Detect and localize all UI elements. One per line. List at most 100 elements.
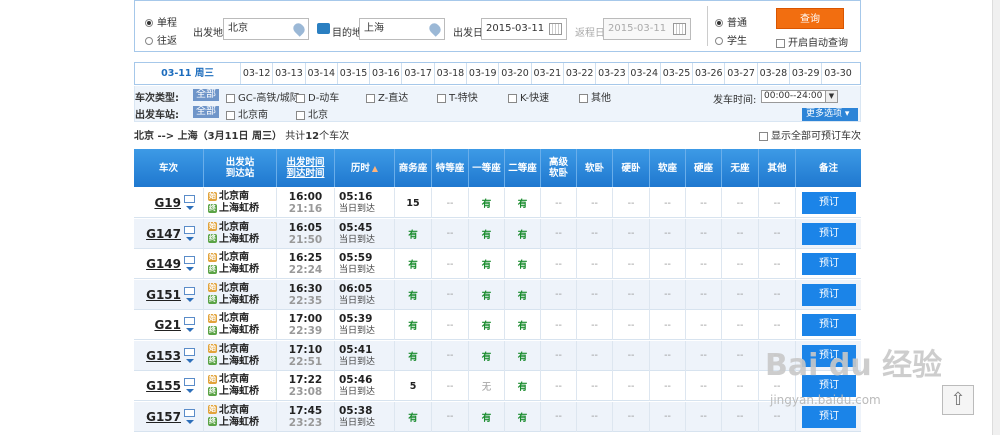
chevron-down-icon[interactable] (186, 267, 194, 271)
tab-date[interactable]: 03-20 (498, 63, 530, 84)
train-info-icon[interactable] (184, 317, 195, 325)
from-input[interactable]: 北京 (223, 18, 309, 40)
scrollbar[interactable] (992, 0, 1000, 435)
type-d-option[interactable]: D-动车 (296, 89, 339, 104)
type-gc-option[interactable]: GC-高铁/城际 (226, 89, 300, 104)
tab-date[interactable]: 03-29 (789, 63, 821, 84)
checkbox-icon[interactable] (579, 93, 588, 103)
checkbox-icon[interactable] (366, 93, 375, 103)
train-number-link[interactable]: G157 (146, 410, 181, 424)
train-info-icon[interactable] (184, 225, 195, 234)
arr-station-name[interactable]: 上海虹桥 (219, 203, 259, 214)
train-number-link[interactable]: G151 (146, 288, 181, 302)
train-info-icon[interactable] (184, 256, 195, 264)
tab-date[interactable]: 03-27 (724, 63, 756, 84)
dep-station-name[interactable]: 北京南 (219, 252, 249, 263)
tab-date[interactable]: 03-21 (530, 63, 563, 84)
passenger-normal-option[interactable]: 普通 (715, 14, 747, 29)
tab-date[interactable]: 03-18 (433, 63, 466, 84)
arr-station-name[interactable]: 上海虹桥 (219, 356, 259, 367)
type-other-option[interactable]: 其他 (579, 89, 611, 104)
show-all-option[interactable]: 显示全部可预订车次 (759, 130, 861, 144)
dep-station-name[interactable]: 北京南 (219, 344, 249, 355)
arr-station-name[interactable]: 上海虹桥 (219, 386, 259, 397)
calendar-icon[interactable] (549, 23, 562, 35)
train-number-link[interactable]: G155 (146, 379, 181, 393)
radio-icon[interactable] (145, 19, 153, 27)
auto-query-option[interactable]: 开启自动查询 (776, 34, 848, 49)
dep-station-name[interactable]: 北京南 (219, 283, 249, 294)
train-number-link[interactable]: G153 (146, 349, 181, 363)
tab-date-active[interactable]: 03-11 周三 (135, 63, 240, 84)
checkbox-icon[interactable] (437, 93, 446, 103)
col-time[interactable]: 出发时间 到达时间 (277, 149, 335, 187)
tab-date[interactable]: 03-17 (401, 63, 433, 84)
tab-date[interactable]: 03-28 (756, 63, 789, 84)
train-number-link[interactable]: G149 (146, 257, 181, 271)
radio-icon[interactable] (715, 19, 723, 27)
book-button[interactable]: 预订 (802, 283, 856, 306)
tab-date[interactable]: 03-24 (627, 63, 660, 84)
chevron-down-icon[interactable] (186, 297, 194, 302)
checkbox-icon[interactable] (226, 110, 235, 120)
col-train[interactable]: 车次 (134, 149, 204, 187)
tab-date[interactable]: 03-16 (369, 63, 401, 84)
checkbox-icon[interactable] (296, 93, 305, 103)
type-t-option[interactable]: T-特快 (437, 89, 478, 104)
chevron-down-icon[interactable] (186, 328, 194, 332)
arr-station-name[interactable]: 上海虹桥 (219, 264, 259, 275)
checkbox-icon[interactable] (508, 93, 517, 103)
query-button[interactable]: 查询 (776, 8, 844, 29)
chevron-down-icon[interactable] (186, 206, 194, 210)
return-date-input[interactable]: 2015-03-11 (603, 18, 691, 40)
book-button[interactable]: 预订 (802, 314, 856, 336)
col-station[interactable]: 出发站 到达站 (204, 149, 277, 187)
dep-station-name[interactable]: 北京南 (219, 222, 249, 233)
tab-date[interactable]: 03-22 (562, 63, 595, 84)
checkbox-icon[interactable] (296, 110, 305, 120)
to-input[interactable]: 上海 (359, 18, 445, 40)
arr-station-name[interactable]: 上海虹桥 (219, 417, 259, 428)
calendar-icon[interactable] (673, 23, 686, 35)
dep-station-name[interactable]: 北京南 (219, 374, 249, 385)
type-k-option[interactable]: K-快速 (508, 89, 549, 104)
dep-station-name[interactable]: 北京南 (219, 313, 249, 324)
passenger-student-option[interactable]: 学生 (715, 32, 747, 47)
tab-date[interactable]: 03-13 (272, 63, 304, 84)
dep-station-name[interactable]: 北京南 (219, 191, 249, 202)
trip-oneway-option[interactable]: 单程 (145, 14, 177, 29)
tab-date[interactable]: 03-23 (595, 63, 627, 84)
radio-icon[interactable] (145, 37, 153, 45)
radio-icon[interactable] (715, 37, 723, 45)
station-beijingnan-option[interactable]: 北京南 (226, 106, 268, 121)
train-number-link[interactable]: G21 (154, 318, 181, 332)
checkbox-icon[interactable] (776, 38, 785, 48)
checkbox-icon[interactable] (759, 131, 768, 141)
col-duration[interactable]: 历时 ▲ (335, 149, 395, 187)
dep-station-name[interactable]: 北京南 (219, 405, 249, 416)
tab-date[interactable]: 03-19 (466, 63, 498, 84)
station-beijing-option[interactable]: 北京 (296, 106, 328, 121)
train-number-link[interactable]: G147 (146, 227, 181, 241)
train-number-link[interactable]: G19 (154, 196, 181, 210)
checkbox-icon[interactable] (226, 93, 235, 103)
arr-station-name[interactable]: 上海虹桥 (219, 295, 259, 306)
train-info-icon[interactable] (184, 378, 195, 386)
back-to-top-button[interactable]: ⇧ (942, 385, 974, 415)
tab-date[interactable]: 03-30 (821, 63, 853, 84)
trip-roundtrip-option[interactable]: 往返 (145, 32, 177, 47)
train-info-icon[interactable] (184, 408, 195, 417)
chevron-down-icon[interactable] (186, 419, 194, 424)
chevron-down-icon[interactable]: ▼ (825, 90, 838, 103)
depart-date-input[interactable]: 2015-03-11 (481, 18, 567, 40)
book-button[interactable]: 预订 (802, 222, 856, 245)
book-button[interactable]: 预订 (802, 192, 856, 214)
chevron-down-icon[interactable] (186, 358, 194, 363)
tab-date[interactable]: 03-15 (336, 63, 369, 84)
train-type-all[interactable]: 全部 (193, 89, 219, 101)
train-info-icon[interactable] (184, 286, 195, 295)
tab-date[interactable]: 03-12 (240, 63, 272, 84)
tab-date[interactable]: 03-25 (659, 63, 692, 84)
arr-station-name[interactable]: 上海虹桥 (219, 325, 259, 336)
train-info-icon[interactable] (184, 347, 195, 356)
